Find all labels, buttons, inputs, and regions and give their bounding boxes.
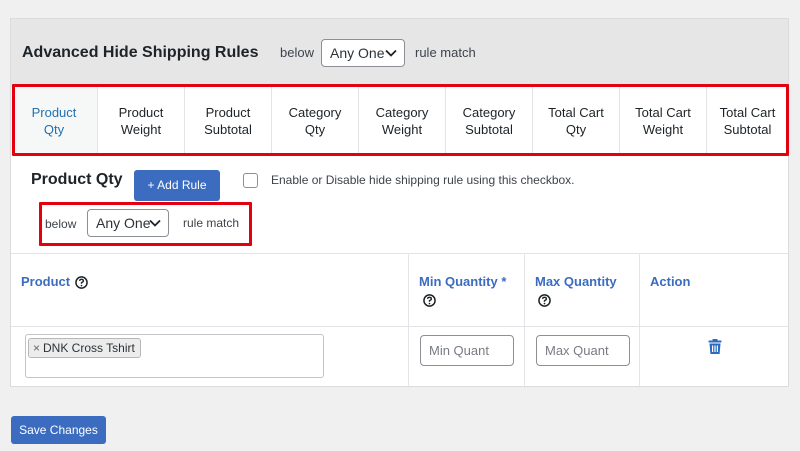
settings-panel: Advanced Hide Shipping Rules below Any O… (10, 18, 789, 388)
header-match-select-value: Any One (330, 45, 385, 61)
add-rule-button[interactable]: + Add Rule (134, 170, 220, 201)
tab-product-subtotal[interactable]: Product Subtotal (185, 87, 272, 155)
tab-product-qty[interactable]: Product Qty (11, 87, 98, 155)
column-header-max-quantity: Max Quantity (535, 274, 617, 289)
enable-rule-checkbox-label: Enable or Disable hide shipping rule usi… (271, 173, 575, 187)
tab-total-cart-qty[interactable]: Total Cart Qty (533, 87, 620, 155)
selected-product-tag: × DNK Cross Tshirt (28, 338, 141, 358)
column-divider (524, 254, 525, 388)
tab-total-cart-weight[interactable]: Total Cart Weight (620, 87, 707, 155)
selected-product-tag-label: DNK Cross Tshirt (43, 341, 135, 355)
page-title: Advanced Hide Shipping Rules (22, 44, 259, 61)
tab-product-weight[interactable]: Product Weight (98, 87, 185, 155)
product-select-input[interactable]: × DNK Cross Tshirt (25, 334, 324, 378)
column-divider (639, 254, 640, 388)
panel-header: Advanced Hide Shipping Rules below Any O… (11, 19, 788, 87)
header-below-label: below (280, 45, 314, 60)
trash-icon[interactable] (708, 339, 722, 355)
tab-total-cart-subtotal[interactable]: Total Cart Subtotal (707, 87, 788, 155)
row-divider (11, 326, 788, 327)
tag-remove-icon[interactable]: × (33, 341, 40, 355)
header-match-select[interactable]: Any One (321, 39, 405, 67)
section-match-select-value: Any One (96, 215, 151, 231)
help-icon[interactable] (75, 276, 88, 289)
section-rule-match-label: rule match (183, 216, 240, 230)
min-quantity-input[interactable]: Min Quant (420, 335, 514, 366)
enable-rule-checkbox[interactable] (243, 173, 258, 188)
section-match-select[interactable]: Any One (87, 209, 169, 237)
section-below-label: below (45, 217, 77, 231)
help-icon[interactable] (423, 294, 436, 307)
chevron-down-icon (149, 219, 161, 227)
tab-category-subtotal[interactable]: Category Subtotal (446, 87, 533, 155)
column-header-min-quantity: Min Quantity * (419, 274, 507, 289)
header-rule-match-label: rule match (415, 45, 476, 60)
section-title: Product Qty (31, 171, 123, 188)
column-header-product: Product (21, 274, 71, 289)
help-icon[interactable] (538, 294, 551, 307)
tab-category-weight[interactable]: Category Weight (359, 87, 446, 155)
max-quantity-input[interactable]: Max Quant (536, 335, 630, 366)
rule-type-tabs: Product Qty Product Weight Product Subto… (11, 87, 788, 155)
column-divider (408, 254, 409, 388)
tab-category-qty[interactable]: Category Qty (272, 87, 359, 155)
column-header-action: Action (650, 274, 691, 289)
chevron-down-icon (385, 49, 397, 57)
save-changes-button[interactable]: Save Changes (11, 416, 106, 444)
